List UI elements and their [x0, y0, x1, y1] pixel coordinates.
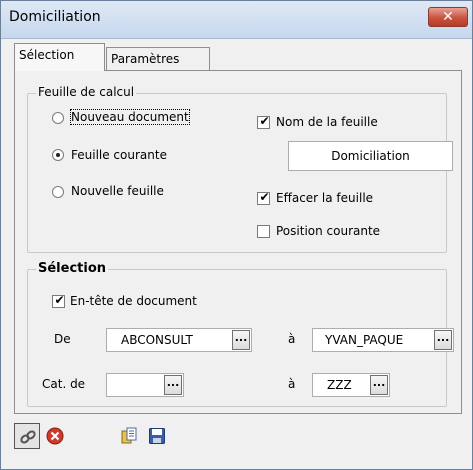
de-browse-button[interactable]: ... [232, 330, 250, 350]
de-value: ABCONSULT [121, 333, 193, 347]
nouvelle-feuille-radio[interactable] [52, 186, 64, 198]
a1-browse-button[interactable]: ... [434, 330, 452, 350]
a-input-1[interactable]: YVAN_PAQUE ... [312, 328, 454, 352]
nouveau-document-label[interactable]: Nouveau document [70, 109, 190, 125]
checkmark-icon: ✔ [259, 190, 270, 204]
en-tete-checkbox[interactable]: ✔ [52, 293, 65, 308]
chain-link-icon [20, 430, 36, 444]
cat-de-label: Cat. de [42, 377, 86, 391]
selection-group: Sélection ✔ En-tête de document De ABCON… [27, 261, 454, 407]
a-value-1: YVAN_PAQUE [325, 333, 404, 347]
de-label: De [54, 332, 71, 346]
a-value-2: ZZZ [327, 378, 352, 392]
floppy-disk-icon [149, 428, 165, 444]
nouveau-document-radio[interactable] [52, 112, 64, 124]
nom-de-la-feuille-label[interactable]: Nom de la feuille [276, 115, 378, 129]
window-title: Domiciliation [9, 9, 101, 25]
position-courante-checkbox[interactable] [257, 225, 270, 238]
effacer-la-feuille-checkbox[interactable]: ✔ [257, 190, 270, 205]
checkmark-icon: ✔ [259, 114, 270, 128]
checkmark-icon: ✔ [54, 293, 65, 307]
position-courante-label[interactable]: Position courante [276, 224, 380, 238]
copy-documents-icon [121, 427, 137, 444]
en-tete-label[interactable]: En-tête de document [70, 294, 197, 308]
domiciliation-dialog: Domiciliation ✕ Sélection Paramètres Feu… [0, 0, 473, 470]
a-input-2[interactable]: ZZZ ... [312, 373, 390, 397]
feuille-courante-radio[interactable] [52, 149, 64, 161]
effacer-la-feuille-label[interactable]: Effacer la feuille [276, 191, 373, 205]
feuille-de-calcul-legend: Feuille de calcul [36, 85, 137, 99]
selection-tab-panel: Feuille de calcul Nouveau document Feuil… [14, 70, 462, 414]
de-input[interactable]: ABCONSULT ... [106, 328, 252, 352]
feuille-courante-label[interactable]: Feuille courante [71, 148, 167, 162]
save-button[interactable] [144, 423, 170, 449]
nom-de-la-feuille-checkbox[interactable]: ✔ [257, 114, 270, 129]
a-label-1: à [288, 332, 296, 346]
tab-parametres[interactable]: Paramètres [106, 47, 210, 71]
cancel-button[interactable] [42, 423, 68, 449]
close-icon: ✕ [442, 9, 454, 25]
nouvelle-feuille-label[interactable]: Nouvelle feuille [71, 184, 164, 198]
cat-de-input[interactable]: ... [106, 373, 184, 397]
close-button[interactable]: ✕ [428, 7, 468, 27]
link-button[interactable] [14, 423, 40, 449]
red-x-circle-icon [46, 427, 64, 445]
selection-legend: Sélection [36, 261, 109, 276]
feuille-de-calcul-group: Feuille de calcul Nouveau document Feuil… [27, 85, 453, 253]
copy-button[interactable] [116, 423, 142, 449]
tab-selection[interactable]: Sélection [14, 43, 105, 71]
a-label-2: à [288, 377, 296, 391]
nom-de-la-feuille-value: Domiciliation [331, 149, 410, 163]
cat-de-browse-button[interactable]: ... [164, 375, 182, 395]
title-bar[interactable]: Domiciliation ✕ [1, 1, 472, 39]
a2-browse-button[interactable]: ... [370, 375, 388, 395]
nom-de-la-feuille-input[interactable]: Domiciliation [288, 141, 453, 171]
